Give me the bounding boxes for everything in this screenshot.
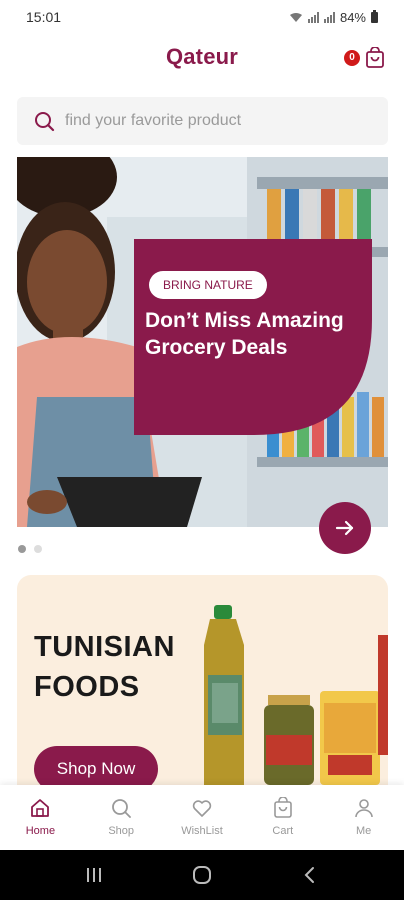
nav-home[interactable]: Home xyxy=(0,785,81,850)
promo-card[interactable]: TUNISIAN FOODS Shop Now xyxy=(17,575,388,785)
hero-banner[interactable]: BRING NATURE Don’t Miss Amazing Grocery … xyxy=(17,157,388,527)
shop-now-button[interactable]: Shop Now xyxy=(34,746,158,785)
signal-icon xyxy=(307,11,319,23)
status-bar: 15:01 84% xyxy=(0,0,404,34)
nav-cart-label: Cart xyxy=(272,825,294,837)
search-bar[interactable] xyxy=(17,97,388,145)
carousel-dot-1[interactable] xyxy=(18,545,26,553)
nav-cart[interactable]: Cart xyxy=(242,785,323,850)
heart-icon xyxy=(192,800,212,817)
promo-title-line2: FOODS xyxy=(34,671,140,703)
back-icon[interactable] xyxy=(300,865,320,885)
system-navigation-bar xyxy=(0,850,404,900)
nav-wishlist-label: WishList xyxy=(181,825,223,837)
bottom-navigation: Home Shop WishList Cart Me xyxy=(0,785,404,850)
recent-apps-icon[interactable] xyxy=(84,866,104,884)
hero-title: Don’t Miss Amazing Grocery Deals xyxy=(145,309,344,359)
nav-wishlist[interactable]: WishList xyxy=(162,785,243,850)
battery-icon xyxy=(371,9,378,23)
home-button-icon[interactable] xyxy=(192,865,212,885)
promo-title-line1: TUNISIAN xyxy=(34,631,175,663)
cart-icon xyxy=(273,797,292,818)
status-time: 15:01 xyxy=(26,9,62,25)
nav-home-label: Home xyxy=(25,825,56,837)
wifi-icon xyxy=(289,12,302,22)
battery-level: 84% xyxy=(339,9,366,25)
nav-me-label: Me xyxy=(355,825,372,837)
search-icon xyxy=(35,112,55,132)
shopping-bag-icon xyxy=(366,47,384,68)
nav-shop[interactable]: Shop xyxy=(81,785,162,850)
user-icon xyxy=(354,799,373,818)
products-image xyxy=(204,605,388,785)
carousel-dots xyxy=(18,545,42,553)
cart-count-badge: 0 xyxy=(344,50,360,66)
arrow-right-icon xyxy=(335,520,354,536)
home-icon xyxy=(31,799,50,817)
nav-me[interactable]: Me xyxy=(323,785,404,850)
hero-next-button[interactable] xyxy=(319,502,371,554)
promo-title: TUNISIAN FOODS xyxy=(34,627,175,707)
header-cart-button[interactable]: 0 xyxy=(344,47,386,71)
status-indicators: 84% xyxy=(289,9,378,25)
search-input[interactable] xyxy=(65,112,365,130)
signal-icon-2 xyxy=(323,11,335,23)
hero-chip: BRING NATURE xyxy=(149,271,267,299)
nav-shop-label: Shop xyxy=(108,825,135,837)
app-header: Qateur 0 xyxy=(0,34,404,82)
search-icon xyxy=(112,799,132,818)
carousel-dot-2[interactable] xyxy=(34,545,42,553)
